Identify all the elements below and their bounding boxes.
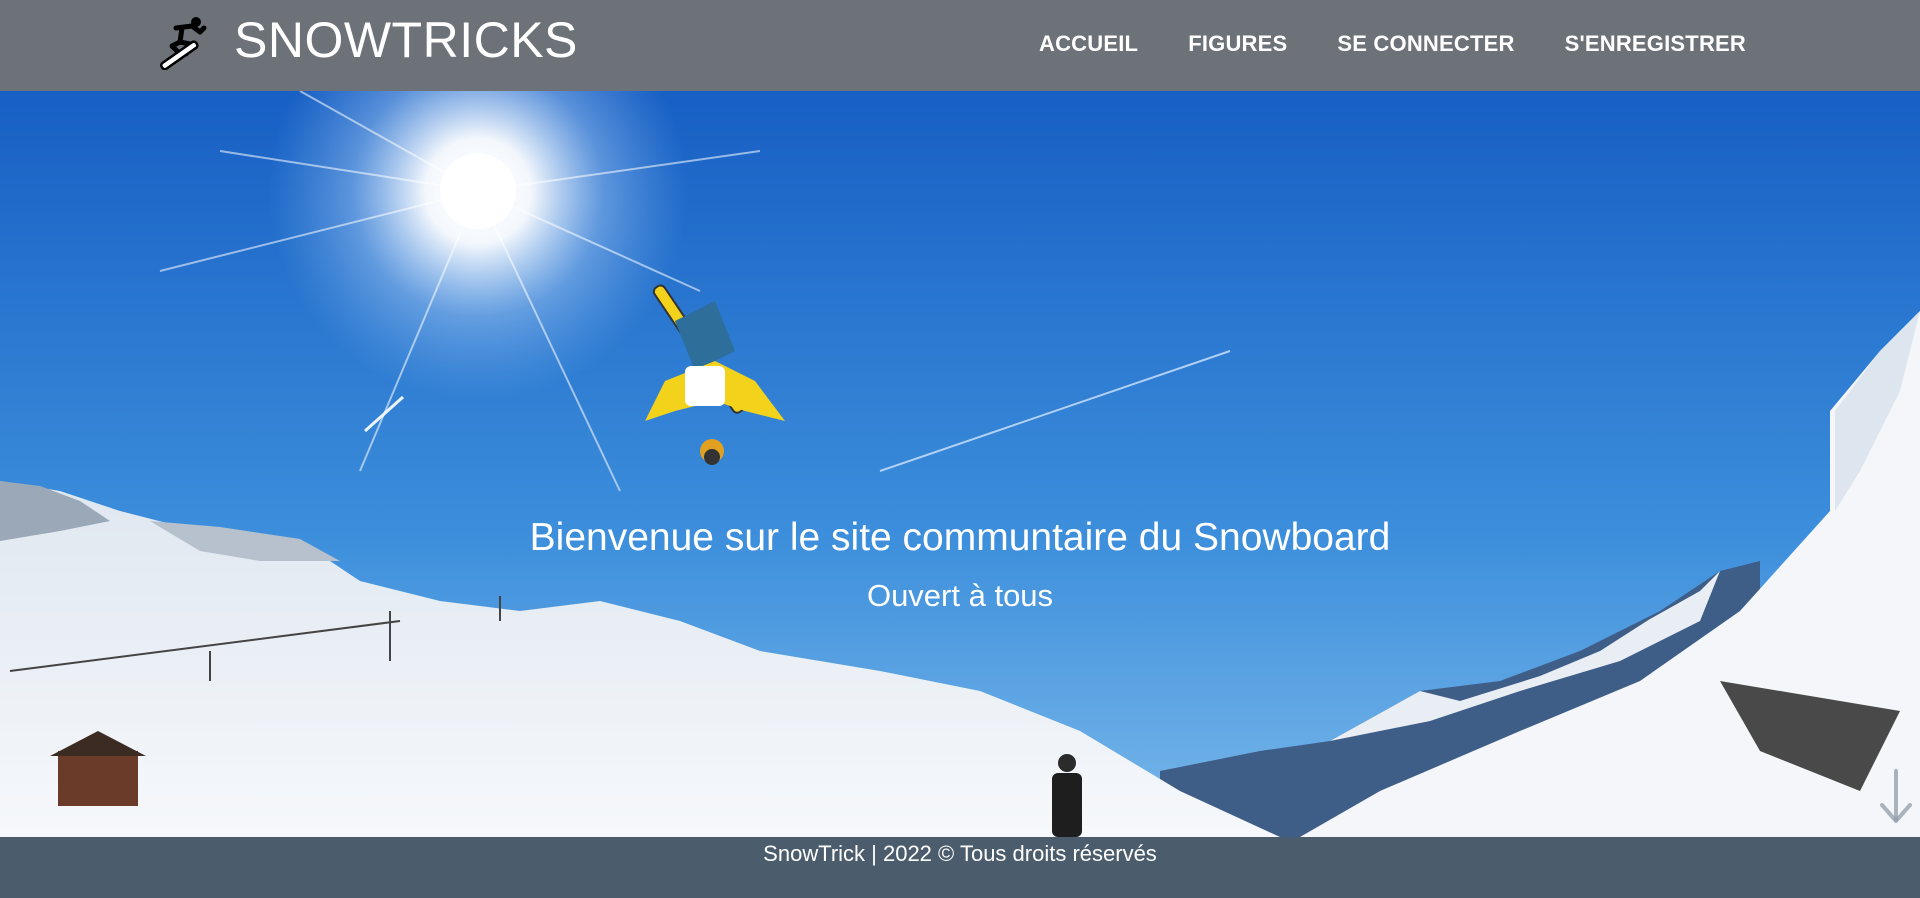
brand-link[interactable]: SNOWTRICKS bbox=[152, 10, 578, 70]
hero-section: Bienvenue sur le site communtaire du Sno… bbox=[0, 91, 1920, 837]
nav-login-link[interactable]: SE CONNECTER bbox=[1337, 31, 1514, 57]
hero-title: Bienvenue sur le site communtaire du Sno… bbox=[529, 516, 1391, 559]
nav-register-link[interactable]: S'ENREGISTRER bbox=[1565, 31, 1746, 57]
site-footer: SnowTrick | 2022 © Tous droits réservés bbox=[0, 837, 1920, 898]
hero-subtitle: Ouvert à tous bbox=[866, 578, 1054, 613]
nav-home-link[interactable]: ACCUEIL bbox=[1039, 31, 1138, 57]
main-nav: ACCUEIL FIGURES SE CONNECTER S'ENREGISTR… bbox=[1039, 0, 1746, 88]
nav-tricks-link[interactable]: FIGURES bbox=[1188, 31, 1287, 57]
footer-copyright: SnowTrick | 2022 © Tous droits réservés bbox=[763, 841, 1157, 866]
site-header: SNOWTRICKS ACCUEIL FIGURES SE CONNECTER … bbox=[0, 0, 1920, 91]
brand-title: SNOWTRICKS bbox=[234, 12, 578, 68]
arrow-down-icon[interactable] bbox=[1878, 767, 1914, 827]
hero-background-image bbox=[0, 91, 1920, 837]
snowboarder-icon bbox=[160, 17, 207, 70]
